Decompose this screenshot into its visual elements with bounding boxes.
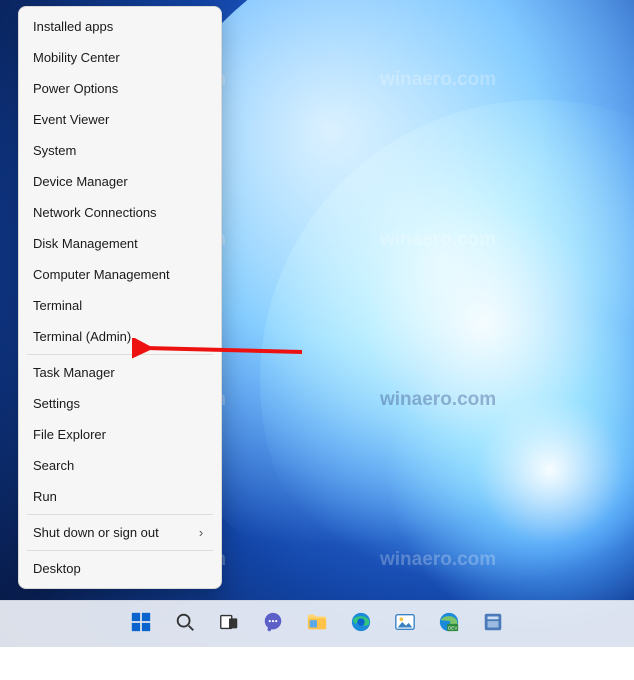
menu-item-label: System bbox=[33, 143, 76, 158]
menu-item-system[interactable]: System bbox=[19, 135, 221, 166]
menu-item-label: Run bbox=[33, 489, 57, 504]
generic-app-icon bbox=[482, 611, 504, 638]
menu-item-label: Terminal (Admin) bbox=[33, 329, 131, 344]
menu-item-label: Network Connections bbox=[33, 205, 157, 220]
menu-item-device-manager[interactable]: Device Manager bbox=[19, 166, 221, 197]
app-button[interactable] bbox=[480, 611, 506, 637]
svg-text:DEV: DEV bbox=[448, 625, 458, 630]
chevron-right-icon: › bbox=[195, 525, 207, 540]
windows-icon bbox=[130, 611, 152, 638]
menu-separator bbox=[27, 514, 213, 515]
menu-separator bbox=[27, 550, 213, 551]
photos-button[interactable] bbox=[392, 611, 418, 637]
menu-item-task-manager[interactable]: Task Manager bbox=[19, 357, 221, 388]
menu-item-label: File Explorer bbox=[33, 427, 106, 442]
search-button[interactable] bbox=[172, 611, 198, 637]
menu-item-label: Power Options bbox=[33, 81, 118, 96]
menu-item-search[interactable]: Search bbox=[19, 450, 221, 481]
chat-icon bbox=[262, 611, 284, 638]
menu-item-terminal[interactable]: Terminal bbox=[19, 290, 221, 321]
menu-item-network-connections[interactable]: Network Connections bbox=[19, 197, 221, 228]
menu-item-disk-management[interactable]: Disk Management bbox=[19, 228, 221, 259]
edge-dev-button[interactable]: DEV bbox=[436, 611, 462, 637]
menu-item-event-viewer[interactable]: Event Viewer bbox=[19, 104, 221, 135]
menu-item-label: Terminal bbox=[33, 298, 82, 313]
menu-item-terminal-admin[interactable]: Terminal (Admin) bbox=[19, 321, 221, 352]
menu-item-power-options[interactable]: Power Options bbox=[19, 73, 221, 104]
menu-item-settings[interactable]: Settings bbox=[19, 388, 221, 419]
edge-button[interactable] bbox=[348, 611, 374, 637]
chat-button[interactable] bbox=[260, 611, 286, 637]
taskview-icon bbox=[218, 611, 240, 638]
menu-item-label: Search bbox=[33, 458, 74, 473]
menu-item-label: Installed apps bbox=[33, 19, 113, 34]
photos-icon bbox=[394, 611, 416, 638]
menu-item-label: Settings bbox=[33, 396, 80, 411]
menu-separator bbox=[27, 354, 213, 355]
menu-item-label: Desktop bbox=[33, 561, 81, 576]
menu-item-installed-apps[interactable]: Installed apps bbox=[19, 11, 221, 42]
menu-item-label: Mobility Center bbox=[33, 50, 120, 65]
menu-item-shut-down-or-sign-out[interactable]: Shut down or sign out › bbox=[19, 517, 221, 548]
menu-item-label: Event Viewer bbox=[33, 112, 109, 127]
taskbar: DEV bbox=[0, 600, 634, 647]
start-button[interactable] bbox=[128, 611, 154, 637]
menu-item-label: Device Manager bbox=[33, 174, 128, 189]
menu-item-desktop[interactable]: Desktop bbox=[19, 553, 221, 584]
file-explorer-button[interactable] bbox=[304, 611, 330, 637]
folder-icon bbox=[306, 611, 328, 638]
menu-item-mobility-center[interactable]: Mobility Center bbox=[19, 42, 221, 73]
menu-item-computer-management[interactable]: Computer Management bbox=[19, 259, 221, 290]
menu-item-run[interactable]: Run bbox=[19, 481, 221, 512]
task-view-button[interactable] bbox=[216, 611, 242, 637]
search-icon bbox=[174, 611, 196, 638]
menu-item-file-explorer[interactable]: File Explorer bbox=[19, 419, 221, 450]
menu-item-label: Disk Management bbox=[33, 236, 138, 251]
edge-icon bbox=[350, 611, 372, 638]
winx-context-menu: Installed apps Mobility Center Power Optio… bbox=[18, 6, 222, 589]
menu-item-label: Task Manager bbox=[33, 365, 115, 380]
menu-item-label: Shut down or sign out bbox=[33, 525, 159, 540]
edge-dev-icon: DEV bbox=[438, 611, 460, 638]
menu-item-label: Computer Management bbox=[33, 267, 170, 282]
